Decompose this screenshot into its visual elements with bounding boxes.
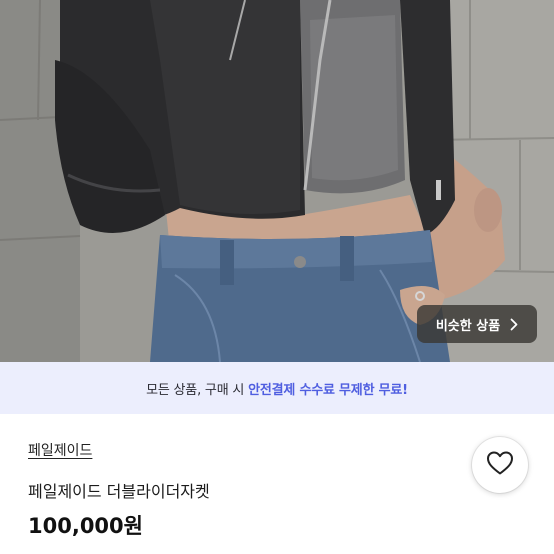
promo-text: 모든 상품, 구매 시 <box>146 382 249 398</box>
promo-accent-text: 안전결제 수수료 무제한 무료! <box>248 382 408 398</box>
product-photo[interactable]: 비슷한 상품 <box>0 0 554 362</box>
chevron-right-icon <box>510 318 518 331</box>
product-title: 페일제이드 더블라이더자켓 <box>28 482 210 501</box>
heart-outline-icon <box>486 450 514 480</box>
product-price: 100,000원 <box>28 514 143 538</box>
similar-products-button[interactable]: 비슷한 상품 <box>417 305 537 343</box>
like-button[interactable] <box>472 437 528 493</box>
seller-name-link[interactable]: 페일제이드 <box>28 440 92 460</box>
similar-products-label: 비슷한 상품 <box>435 318 501 334</box>
safe-payment-promo-banner[interactable]: 모든 상품, 구매 시 안전결제 수수료 무제한 무료! <box>0 362 554 414</box>
